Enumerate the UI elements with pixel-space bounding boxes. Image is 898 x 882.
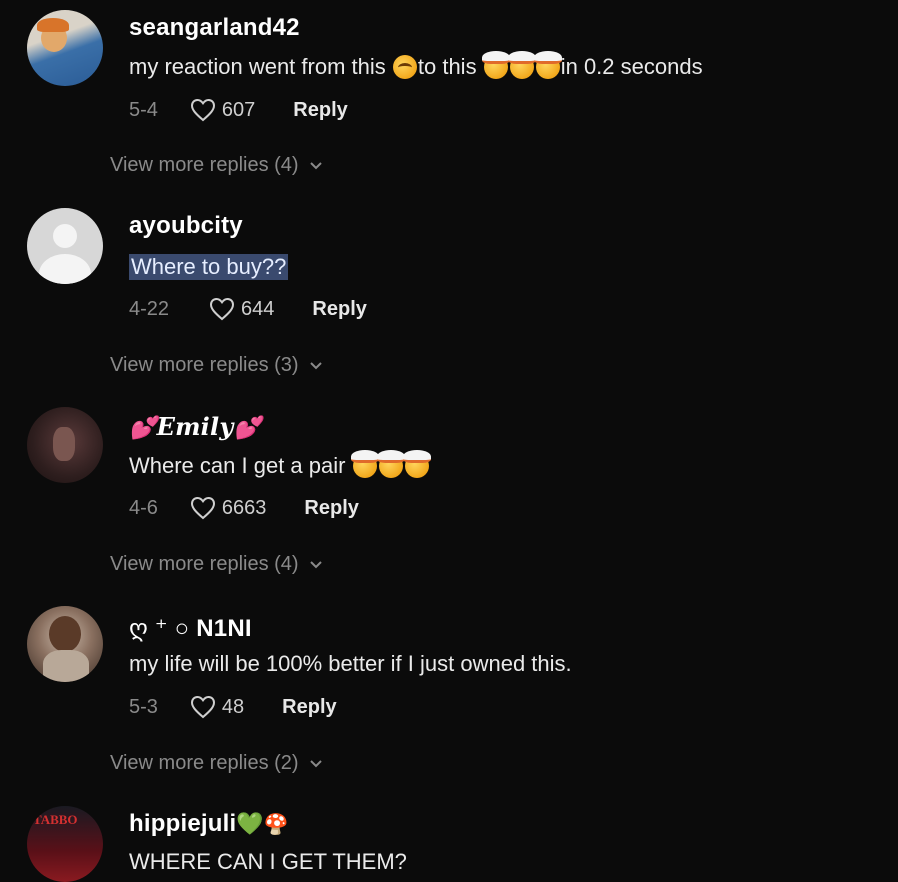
comment-username[interactable]: 💕Emily💕 (129, 412, 261, 441)
comment-date: 5-4 (129, 98, 158, 121)
comment-username[interactable]: ayoubcity (129, 212, 243, 240)
username-prefix: ღ ⁺ ○ (129, 615, 190, 642)
chevron-down-icon (309, 560, 322, 568)
pink-heart-emoji: 💕 (233, 415, 262, 441)
comment-text-part: Where can I get a pair (129, 453, 346, 478)
chevron-down-icon (309, 161, 322, 169)
mushroom-emoji: 🍄 (263, 814, 290, 836)
avatar[interactable] (27, 606, 103, 682)
heart-outline-icon (190, 695, 215, 719)
comment-text: WHERE CAN I GET THEM? (129, 849, 407, 875)
like-count: 48 (221, 695, 245, 718)
exploding-head-emoji (507, 51, 536, 79)
view-more-replies[interactable]: View more replies (3) (110, 354, 323, 377)
view-more-replies[interactable]: View more replies (4) (110, 553, 323, 576)
green-heart-emoji: 💚 (236, 811, 264, 836)
comment-username[interactable]: seangarland42 (129, 14, 300, 42)
comment-text: my reaction went from this to this in 0.… (129, 51, 703, 80)
comment-meta: 4-6 6663 Reply (129, 496, 359, 520)
reply-button[interactable]: Reply (282, 696, 336, 719)
comment-meta: 5-3 48 Reply (129, 695, 337, 719)
exploding-head-emoji (533, 51, 562, 79)
view-more-replies-label: View more replies (4) (110, 553, 299, 575)
exploding-head-emoji (481, 51, 510, 79)
comment-text: Where to buy?? (129, 254, 289, 280)
comment-text-part: my life will be 100% better if I just ow… (129, 651, 572, 676)
like-count: 644 (241, 297, 275, 320)
comment-username[interactable]: hippiejuli💚🍄 (129, 810, 289, 838)
comment-meta: 5-4 607 Reply (129, 98, 348, 122)
reply-button[interactable]: Reply (293, 99, 347, 122)
avatar[interactable] (27, 208, 103, 284)
comment-date: 5-3 (129, 695, 158, 718)
comment-text-part: to this (417, 54, 477, 79)
heart-outline-icon (190, 98, 215, 122)
comment-text: Where can I get a pair (129, 450, 431, 479)
chevron-down-icon (309, 759, 322, 767)
selected-text[interactable]: Where to buy?? (129, 254, 289, 280)
view-more-replies[interactable]: View more replies (4) (110, 154, 323, 177)
like-button[interactable]: 48 (190, 695, 244, 719)
like-button[interactable]: 6663 (190, 496, 267, 520)
like-count: 6663 (221, 496, 267, 519)
reply-button[interactable]: Reply (304, 497, 358, 520)
username-text: N1NI (196, 615, 252, 642)
like-button[interactable]: 644 (209, 297, 274, 321)
comment-username[interactable]: ღ ⁺ ○ N1NI (129, 614, 252, 643)
heart-outline-icon (210, 297, 235, 321)
comment-meta: 4-22 644 Reply (129, 297, 367, 321)
like-button[interactable]: 607 (190, 98, 255, 122)
like-count: 607 (221, 98, 256, 121)
avatar[interactable]: TABBO (27, 806, 103, 882)
pink-heart-emoji: 💕 (129, 415, 157, 441)
comment-date: 4-6 (129, 496, 158, 519)
comment-text-part: my reaction went from this (129, 54, 386, 79)
comment-text-part: WHERE CAN I GET THEM? (129, 849, 407, 874)
view-more-replies-label: View more replies (3) (110, 354, 299, 376)
avatar[interactable] (27, 407, 103, 483)
view-more-replies-label: View more replies (2) (110, 752, 299, 774)
comment-text-part: in 0.2 seconds (560, 54, 703, 79)
comment-date: 4-22 (129, 297, 170, 320)
username-text: Emily (156, 412, 234, 441)
flushed-face-emoji (392, 55, 417, 79)
exploding-head-emoji (376, 450, 405, 478)
avatar[interactable] (27, 10, 103, 86)
exploding-head-emoji (402, 450, 431, 478)
username-text: hippiejuli (129, 810, 237, 837)
exploding-head-emoji (350, 450, 379, 478)
comment-text: my life will be 100% better if I just ow… (129, 651, 572, 677)
chevron-down-icon (309, 361, 322, 369)
view-more-replies-label: View more replies (4) (110, 154, 299, 176)
view-more-replies[interactable]: View more replies (2) (110, 752, 323, 775)
reply-button[interactable]: Reply (312, 298, 366, 321)
avatar-text: TABBO (33, 812, 78, 827)
heart-outline-icon (190, 496, 215, 520)
